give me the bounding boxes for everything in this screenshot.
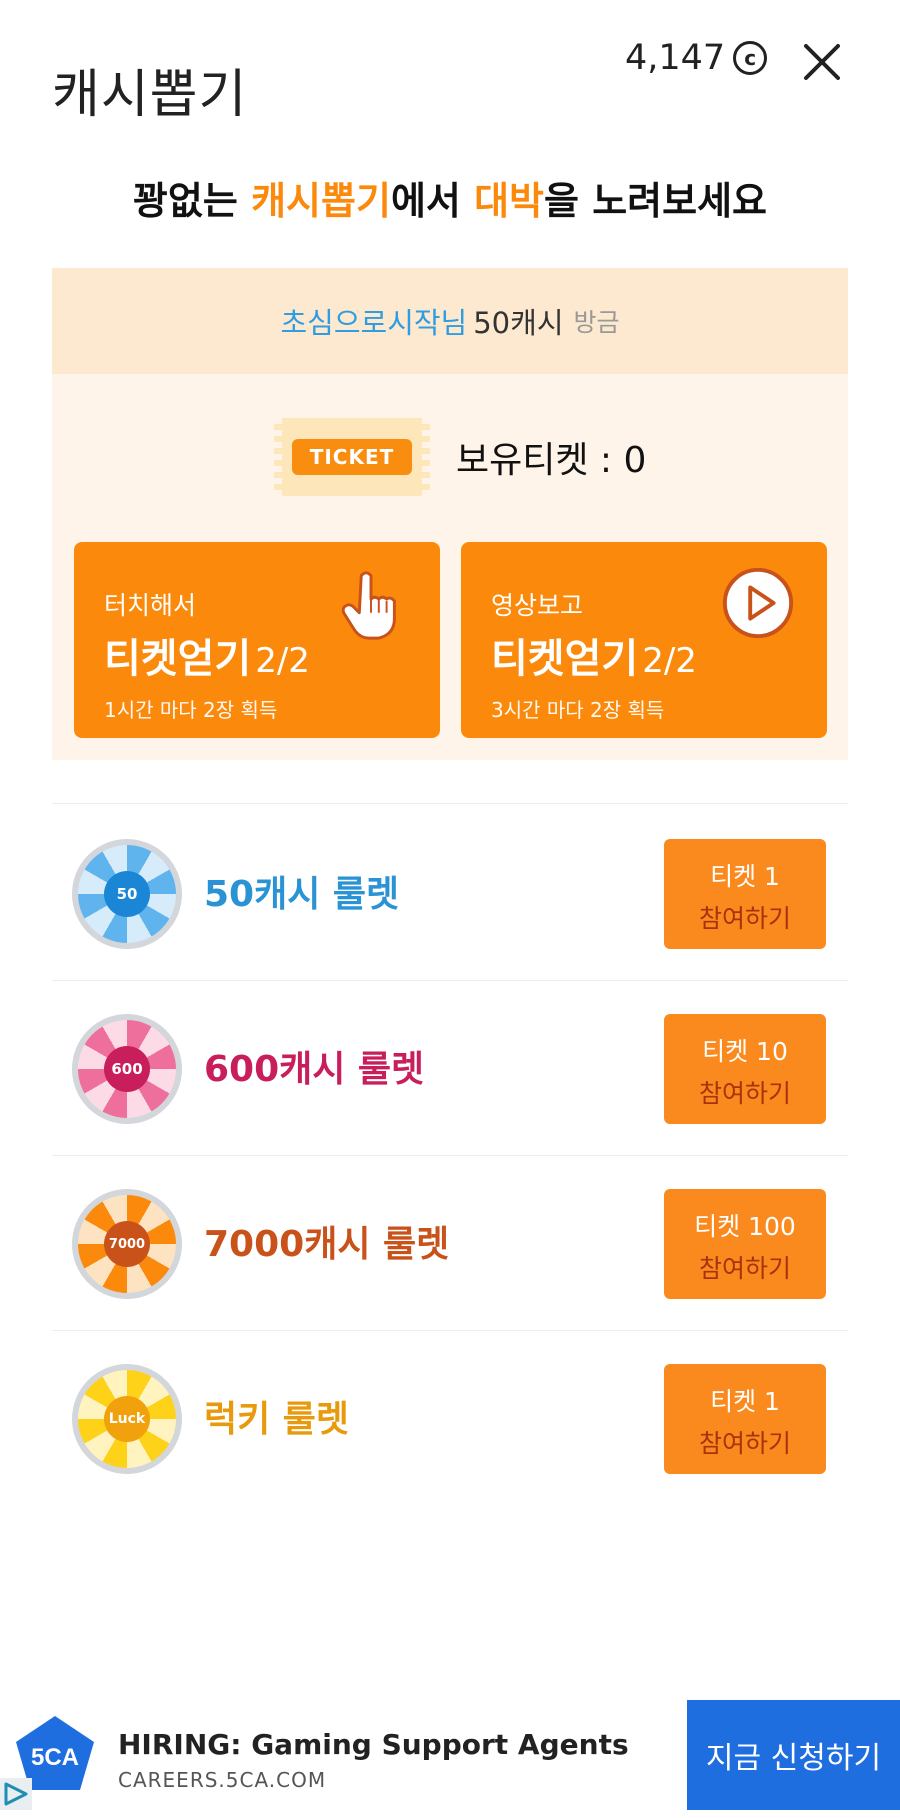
roulette-item-50: 50 50캐시 룰렛 티켓 1 참여하기 (52, 805, 848, 980)
roulette-item-600: 600 600캐시 룰렛 티켓 10 참여하기 (52, 980, 848, 1155)
ticket-icon: TICKET (274, 418, 430, 496)
cash-coin-icon: c (733, 41, 768, 75)
roulette-7000-icon: 7000 (72, 1189, 182, 1299)
winner-name: 초심으로시작님 (280, 306, 468, 340)
recent-winner-notice: 초심으로시작님 50캐시 방금 (52, 268, 848, 374)
svg-text:5CA: 5CA (31, 1744, 79, 1771)
winner-time: 방금 (573, 308, 620, 337)
headline: 꽝없는 캐시뽑기에서 대박을 노려보세요 (132, 179, 768, 223)
ad-title: HIRING: Gaming Support Agents (118, 1728, 629, 1761)
touch-earn-ticket-button[interactable]: 터치해서 티켓얻기 2/2 1시간 마다 2장 획득 (74, 542, 440, 738)
join-roulette-7000-button[interactable]: 티켓 100 참여하기 (664, 1189, 826, 1299)
ad-banner[interactable]: 5CA HIRING: Gaming Support Agents CAREER… (0, 1700, 900, 1818)
ticket-summary: TICKET 보유티켓 : 0 (274, 418, 646, 496)
join-roulette-50-button[interactable]: 티켓 1 참여하기 (664, 839, 826, 949)
close-button[interactable] (798, 38, 846, 86)
roulette-name: 50캐시 룰렛 (204, 874, 400, 915)
divider (52, 803, 848, 804)
ticket-tag: TICKET (291, 439, 413, 475)
ad-apply-button[interactable]: 지금 신청하기 (687, 1700, 900, 1810)
roulette-item-lucky: Luck 럭키 룰렛 티켓 1 참여하기 (52, 1330, 848, 1505)
roulette-600-icon: 600 (72, 1014, 182, 1124)
roulette-lucky-icon: Luck (72, 1364, 182, 1474)
ticket-count: 보유티켓 : 0 (456, 440, 647, 481)
header: 캐시뽑기 4,147 c (0, 0, 900, 140)
hand-pointer-icon (341, 571, 396, 640)
roulette-50-icon: 50 (72, 839, 182, 949)
balance-value: 4,147 (625, 38, 726, 78)
video-earn-ticket-button[interactable]: 영상보고 티켓얻기 2/2 3시간 마다 2장 획득 (461, 542, 827, 738)
cash-balance: 4,147 c (625, 38, 768, 78)
join-roulette-lucky-button[interactable]: 티켓 1 참여하기 (664, 1364, 826, 1474)
ad-choices-icon[interactable] (0, 1778, 32, 1810)
winner-amount: 50캐시 (473, 306, 564, 340)
play-icon (722, 567, 794, 639)
ad-url: CAREERS.5CA.COM (118, 1768, 327, 1792)
join-roulette-600-button[interactable]: 티켓 10 참여하기 (664, 1014, 826, 1124)
page-title: 캐시뽑기 (52, 65, 248, 125)
roulette-name: 600캐시 룰렛 (204, 1049, 425, 1090)
roulette-item-7000: 7000 7000캐시 룰렛 티켓 100 참여하기 (52, 1155, 848, 1330)
roulette-name: 7000캐시 룰렛 (204, 1224, 450, 1265)
roulette-name: 럭키 룰렛 (204, 1399, 350, 1440)
ticket-panel: TICKET 보유티켓 : 0 터치해서 티켓얻기 2/2 1시간 마다 2장 획… (52, 374, 848, 760)
